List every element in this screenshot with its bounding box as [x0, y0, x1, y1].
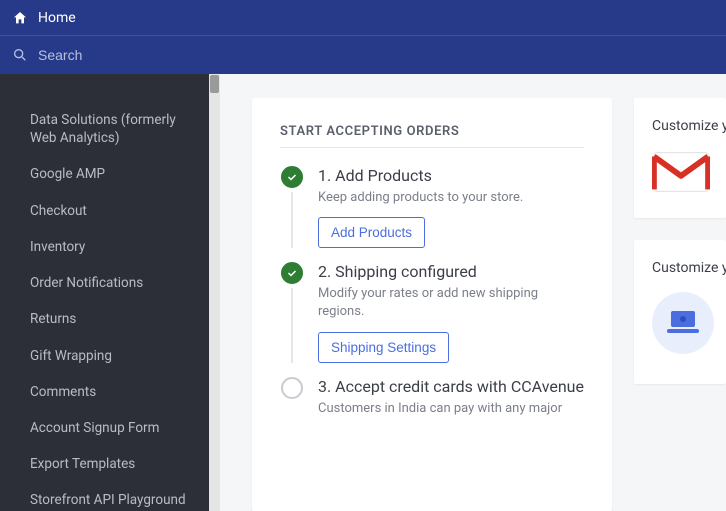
- gmail-icon: [652, 150, 726, 198]
- promo-title: Customize y: [652, 118, 726, 134]
- step-status-pending-icon: [281, 377, 303, 399]
- step-status-done-icon: [281, 166, 303, 188]
- step-title: 1. Add Products: [318, 166, 584, 185]
- sidebar-item-storefront-api-playground[interactable]: Storefront API Playground: [0, 482, 213, 511]
- step-connector: [291, 288, 293, 362]
- sidebar-item-comments[interactable]: Comments: [0, 374, 213, 410]
- home-icon: [12, 10, 28, 26]
- scrollbar-thumb[interactable]: [210, 75, 219, 93]
- sidebar-item-google-amp[interactable]: Google AMP: [0, 156, 213, 192]
- promo-card-gmail[interactable]: Customize y: [634, 98, 726, 218]
- onboarding-step-3: 3. Accept credit cards with CCAvenue Cus…: [280, 377, 584, 428]
- sidebar-item-label: Storefront API Playground: [30, 492, 186, 508]
- sidebar-item-checkout[interactable]: Checkout: [0, 193, 213, 229]
- shipping-settings-button[interactable]: Shipping Settings: [318, 332, 449, 363]
- step-status-done-icon: [281, 262, 303, 284]
- sidebar-item-inventory[interactable]: Inventory: [0, 229, 213, 265]
- home-link[interactable]: Home: [0, 0, 726, 36]
- search-icon: [12, 47, 28, 63]
- search-input[interactable]: [38, 47, 714, 63]
- sidebar-item-gift-wrapping[interactable]: Gift Wrapping: [0, 338, 213, 374]
- onboarding-step-2: 2. Shipping configured Modify your rates…: [280, 262, 584, 362]
- step-connector: [291, 192, 293, 248]
- step-title: 2. Shipping configured: [318, 262, 584, 281]
- sidebar-item-export-templates[interactable]: Export Templates: [0, 446, 213, 482]
- step-desc: Modify your rates or add new shipping re…: [318, 285, 584, 321]
- sidebar-item-order-notifications[interactable]: Order Notifications: [0, 265, 213, 301]
- step-desc: Keep adding products to your store.: [318, 189, 584, 207]
- sidebar-nav: Data Solutions (formerly Web Analytics) …: [0, 74, 213, 511]
- step-desc: Customers in India can pay with any majo…: [318, 400, 584, 418]
- onboarding-step-1: 1. Add Products Keep adding products to …: [280, 166, 584, 248]
- home-label: Home: [38, 10, 76, 26]
- sidebar-item-returns[interactable]: Returns: [0, 301, 213, 337]
- divider: [280, 147, 584, 148]
- step-title: 3. Accept credit cards with CCAvenue: [318, 377, 584, 396]
- promo-card-laptop[interactable]: Customize y: [634, 240, 726, 384]
- section-title: START ACCEPTING ORDERS: [280, 124, 584, 139]
- laptop-icon: [652, 292, 714, 354]
- add-products-button[interactable]: Add Products: [318, 217, 425, 248]
- onboarding-card: START ACCEPTING ORDERS 1. Add Products K…: [252, 98, 612, 511]
- search-bar[interactable]: [0, 36, 726, 74]
- sidebar-scrollbar[interactable]: [209, 74, 220, 511]
- sidebar-item-data-solutions[interactable]: Data Solutions (formerly Web Analytics): [0, 102, 213, 156]
- sidebar-item-account-signup-form[interactable]: Account Signup Form: [0, 410, 213, 446]
- promo-title: Customize y: [652, 260, 726, 276]
